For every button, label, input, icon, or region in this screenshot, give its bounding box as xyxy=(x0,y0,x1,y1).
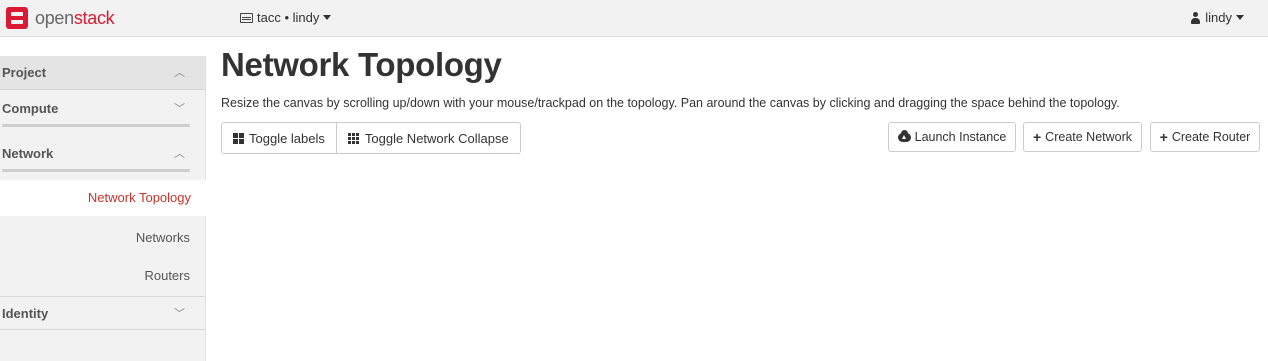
create-router-button[interactable]: + Create Router xyxy=(1150,122,1260,152)
sidebar-item-networks[interactable]: Networks xyxy=(0,220,206,256)
user-icon xyxy=(1190,11,1201,24)
sidebar: Project ︿ Compute ﹀ Network ︿ Network To… xyxy=(0,56,207,361)
sidebar-section-identity[interactable]: Identity ﹀ xyxy=(0,296,205,330)
launch-instance-button[interactable]: Launch Instance xyxy=(888,122,1016,152)
sidebar-section-compute[interactable]: Compute ﹀ xyxy=(0,92,205,126)
toggle-network-collapse-button[interactable]: Toggle Network Collapse xyxy=(336,122,521,154)
chevron-down-icon: ﹀ xyxy=(174,103,185,115)
plus-icon: + xyxy=(1159,129,1168,145)
create-network-label: Create Network xyxy=(1045,130,1133,144)
sidebar-section-project[interactable]: Project ︿ xyxy=(0,56,205,90)
sidebar-section-label: Identity xyxy=(2,306,49,321)
project-selector-label: tacc • lindy xyxy=(257,10,320,25)
sidebar-section-label: Project xyxy=(2,65,47,80)
sidebar-section-network[interactable]: Network ︿ xyxy=(0,137,205,171)
sidebar-item-network-topology[interactable]: Network Topology xyxy=(0,180,207,216)
plus-icon: + xyxy=(1032,129,1042,145)
brand-name: openstack xyxy=(35,7,115,29)
topology-canvas[interactable] xyxy=(207,160,1268,361)
create-router-label: Create Router xyxy=(1171,130,1251,144)
brand-name-part1: open xyxy=(35,7,74,28)
toggle-collapse-label: Toggle Network Collapse xyxy=(364,130,509,146)
user-menu-dropdown[interactable]: lindy xyxy=(1190,10,1244,25)
th-large-icon xyxy=(233,132,244,144)
caret-down-icon xyxy=(1236,15,1244,20)
cloud-upload-icon xyxy=(897,129,911,142)
sidebar-item-routers[interactable]: Routers xyxy=(0,258,206,294)
chevron-down-icon: ﹀ xyxy=(174,308,185,320)
th-icon xyxy=(347,132,360,144)
chevron-up-icon: ︿ xyxy=(174,148,185,160)
sidebar-section-label: Compute xyxy=(2,101,59,116)
toggle-labels-label: Toggle labels xyxy=(249,130,325,146)
section-divider xyxy=(2,124,190,127)
openstack-logo[interactable]: openstack xyxy=(6,6,115,30)
caret-down-icon xyxy=(323,15,332,20)
user-menu-label: lindy xyxy=(1205,10,1232,25)
help-text: Resize the canvas by scrolling up/down w… xyxy=(221,96,1120,110)
chevron-up-icon: ︿ xyxy=(174,67,185,79)
sidebar-item-label: Routers xyxy=(144,268,190,283)
section-divider xyxy=(2,169,190,172)
page-title: Network Topology xyxy=(221,46,502,83)
toggle-labels-button[interactable]: Toggle labels xyxy=(221,122,337,154)
sidebar-item-label: Network Topology xyxy=(87,190,191,205)
launch-instance-label: Launch Instance xyxy=(914,130,1007,144)
project-icon xyxy=(240,12,253,23)
sidebar-item-label: Networks xyxy=(135,230,190,245)
top-navbar: openstack tacc • lindy lindy xyxy=(0,0,1268,37)
toggle-button-group: Toggle labels Toggle Network Collapse xyxy=(221,122,521,154)
project-selector-dropdown[interactable]: tacc • lindy xyxy=(240,10,332,25)
create-network-button[interactable]: + Create Network xyxy=(1023,122,1142,152)
openstack-logo-icon xyxy=(6,7,28,29)
sidebar-section-label: Network xyxy=(2,146,54,161)
brand-name-part2: stack xyxy=(73,7,115,28)
